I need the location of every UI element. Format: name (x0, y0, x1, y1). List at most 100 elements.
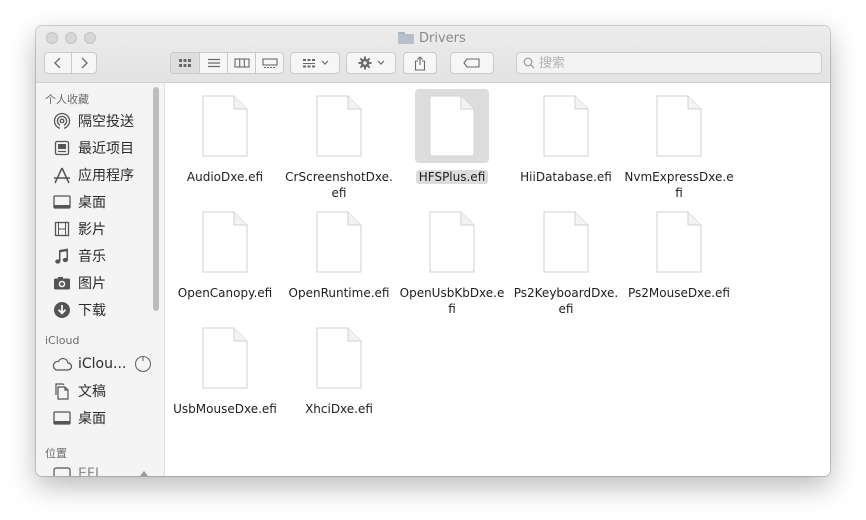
group-icon (302, 59, 315, 68)
file-item[interactable]: OpenUsbKbDxe.e fi (396, 201, 508, 317)
sidebar-item-label: iClou... (78, 356, 127, 372)
file-name-line: OpenUsbKbDxe.e (399, 286, 505, 300)
file-icon-wrapper (415, 205, 489, 279)
toolbar: Drivers (36, 26, 830, 83)
file-name: UsbMouseDxe.efi (169, 401, 281, 417)
file-name: OpenRuntime.efi (283, 285, 395, 301)
file-icon-wrapper (188, 89, 262, 163)
close-button[interactable] (46, 32, 58, 44)
sidebar-item-airdrop[interactable]: 隔空投送 (52, 110, 134, 132)
share-button[interactable] (403, 52, 437, 74)
file-name: XhciDxe.efi (283, 401, 395, 417)
document-icon (656, 95, 702, 157)
file-item[interactable]: Ps2KeyboardDxe. efi (510, 201, 622, 317)
file-name: OpenUsbKbDxe.e fi (396, 285, 508, 317)
document-icon (202, 95, 248, 157)
file-item[interactable]: NvmExpressDxe.e fi (623, 85, 735, 201)
file-item[interactable]: Ps2MouseDxe.efi (623, 201, 735, 301)
document-icon (316, 211, 362, 273)
sidebar-item-music[interactable]: 音乐 (52, 245, 106, 267)
file-name-line: UsbMouseDxe.efi (173, 402, 277, 416)
back-button[interactable] (45, 53, 71, 73)
file-icon-wrapper (188, 205, 262, 279)
file-name-line: Ps2KeyboardDxe. (513, 286, 619, 300)
file-icon-wrapper (188, 321, 262, 395)
file-icon-wrapper (302, 205, 376, 279)
sidebar-item-icloud-desktop[interactable]: 桌面 (52, 407, 106, 429)
sidebar-item-efi[interactable]: EFI (52, 463, 149, 476)
sidebar-header-favorites: 个人收藏 (45, 93, 89, 106)
file-name: CrScreenshotDxe. efi (283, 169, 395, 201)
movies-icon (52, 220, 72, 238)
chevron-right-icon (81, 57, 88, 69)
document-icon (543, 211, 589, 273)
file-name: OpenCanopy.efi (169, 285, 281, 301)
file-icon-wrapper (302, 321, 376, 395)
sidebar-item-label: 最近项目 (78, 141, 134, 157)
sidebar-item-movies[interactable]: 影片 (52, 218, 106, 240)
sidebar-item-icloud-drive[interactable]: iClou... (52, 353, 152, 375)
file-name-line: efi (558, 302, 574, 316)
sidebar-item-label: 应用程序 (78, 168, 134, 184)
pictures-icon (52, 274, 72, 292)
sidebar-header-locations: 位置 (45, 447, 67, 460)
file-grid: AudioDxe.efi CrScreenshotDxe. efi HFSPlus.e… (165, 83, 830, 476)
chevron-down-icon (321, 60, 328, 65)
sidebar-item-label: 隔空投送 (78, 114, 134, 130)
sidebar-item-recents[interactable]: 最近项目 (52, 137, 134, 159)
minimize-button[interactable] (65, 32, 77, 44)
file-item[interactable]: HiiDatabase.efi (510, 85, 622, 185)
share-icon (414, 55, 426, 71)
sidebar-item-label: 桌面 (78, 195, 106, 211)
gallery-view-button[interactable] (255, 53, 283, 73)
file-item[interactable]: XhciDxe.efi (283, 317, 395, 417)
document-icon (202, 211, 248, 273)
column-view-button[interactable] (227, 53, 255, 73)
navigation-group (44, 52, 97, 74)
finder-window: Drivers 搜索 个人收藏 隔空投送 最近项目 应用程序 桌面 影片 音乐 … (36, 26, 830, 476)
file-item[interactable]: AudioDxe.efi (169, 85, 281, 185)
sidebar-item-label: 桌面 (78, 411, 106, 427)
file-item[interactable]: OpenCanopy.efi (169, 201, 281, 301)
sidebar-item-label: 文稿 (78, 384, 106, 400)
search-field[interactable] (516, 52, 822, 74)
cloud-icon (52, 355, 72, 373)
sidebar-item-downloads[interactable]: 下载 (52, 299, 106, 321)
sidebar-item-desktop[interactable]: 桌面 (52, 191, 106, 213)
zoom-button[interactable] (84, 32, 96, 44)
document-icon (429, 211, 475, 273)
file-name-line: NvmExpressDxe.e (624, 170, 734, 184)
eject-icon[interactable] (139, 470, 149, 476)
recents-icon (52, 139, 72, 157)
applications-icon (52, 166, 72, 184)
file-item[interactable]: HFSPlus.efi (396, 85, 508, 185)
airdrop-icon (52, 112, 72, 130)
file-name: Ps2MouseDxe.efi (623, 285, 735, 301)
sidebar-item-documents[interactable]: 文稿 (52, 380, 106, 402)
file-name-line: OpenCanopy.efi (177, 286, 273, 300)
file-name: HiiDatabase.efi (510, 169, 622, 185)
file-item[interactable]: UsbMouseDxe.efi (169, 317, 281, 417)
list-view-button[interactable] (199, 53, 227, 73)
sidebar-scrollbar[interactable] (153, 87, 159, 311)
file-icon-wrapper (642, 89, 716, 163)
file-name-line: HFSPlus.efi (415, 170, 489, 184)
file-item[interactable]: OpenRuntime.efi (283, 201, 395, 301)
sidebar-item-label: 下载 (78, 303, 106, 319)
tags-button[interactable] (450, 52, 494, 74)
downloads-icon (52, 301, 72, 319)
forward-button[interactable] (70, 53, 97, 73)
file-icon-wrapper (415, 89, 489, 163)
file-item[interactable]: CrScreenshotDxe. efi (283, 85, 395, 201)
sidebar-item-applications[interactable]: 应用程序 (52, 164, 134, 186)
file-icon-wrapper (642, 205, 716, 279)
action-button[interactable] (346, 52, 396, 74)
search-input[interactable] (539, 55, 799, 71)
sidebar-item-pictures[interactable]: 图片 (52, 272, 106, 294)
group-by-button[interactable] (290, 52, 340, 74)
file-name-line: Ps2MouseDxe.efi (628, 286, 730, 300)
document-icon (202, 327, 248, 389)
icon-view-button[interactable] (171, 53, 199, 73)
file-name-line: XhciDxe.efi (305, 402, 373, 416)
file-name-line: AudioDxe.efi (186, 170, 264, 184)
